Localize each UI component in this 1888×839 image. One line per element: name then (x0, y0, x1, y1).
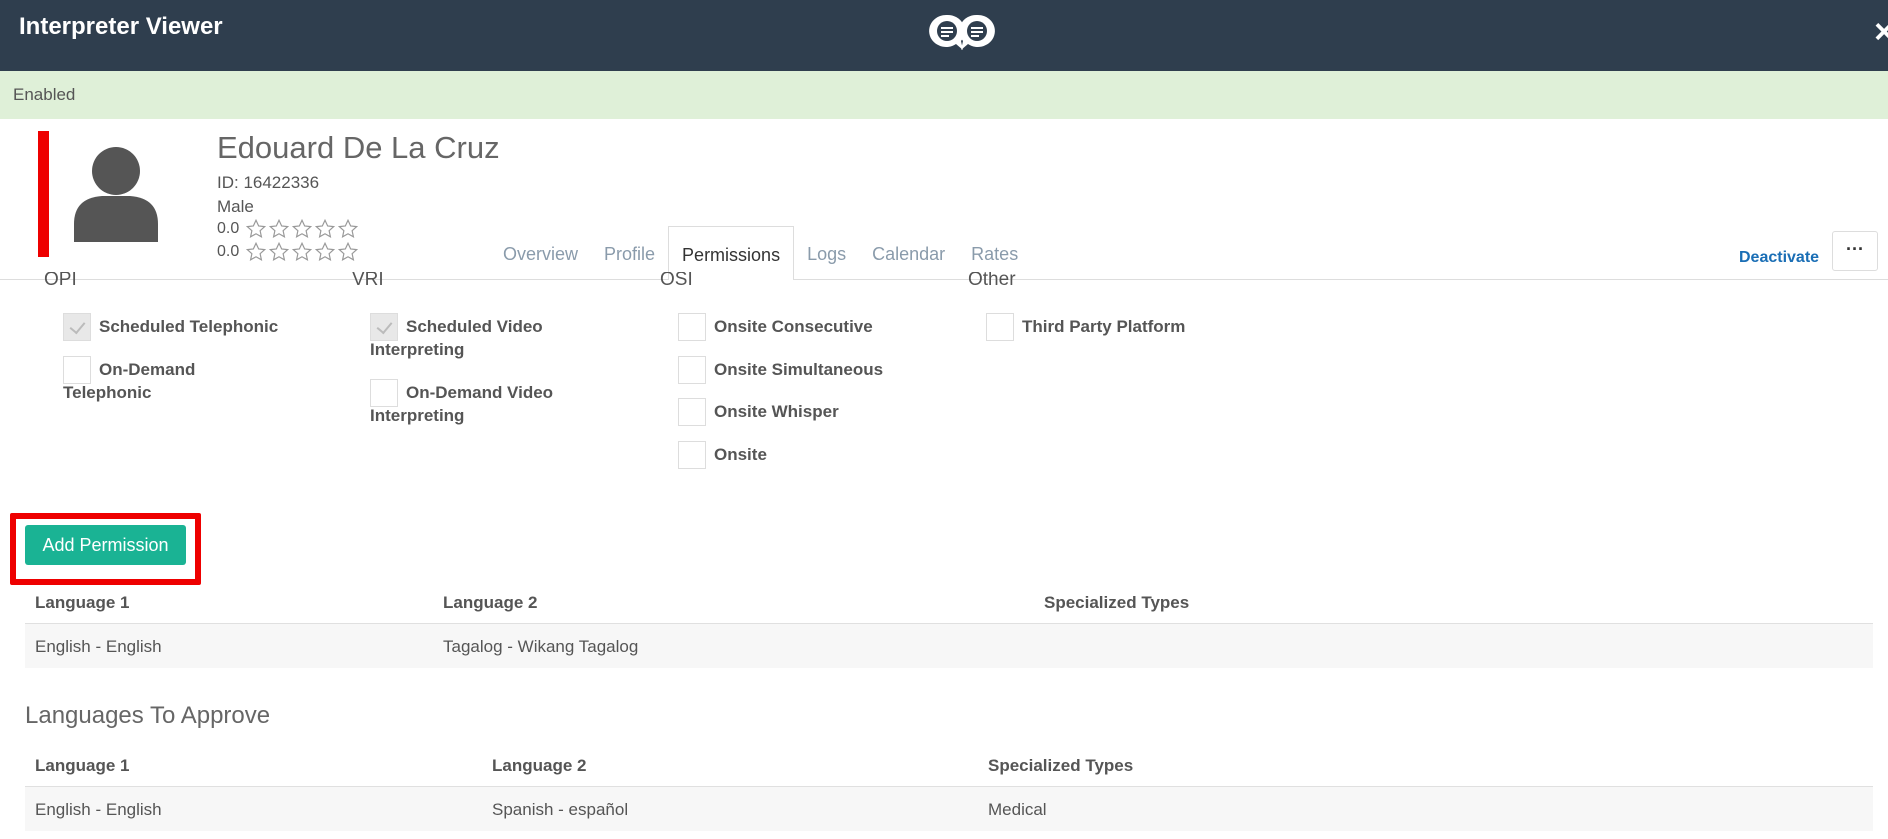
tab-calendar[interactable]: Calendar (859, 226, 958, 280)
interpreter-id: ID: 16422336 (217, 173, 320, 192)
chat-bubbles-logo-icon (929, 14, 995, 51)
star-icon (315, 218, 336, 238)
cell-language-2: Tagalog - Wikang Tagalog (443, 637, 639, 656)
user-avatar-icon (74, 147, 158, 242)
permission-onsite-consecutive: Onsite Consecutive (678, 313, 873, 341)
close-icon[interactable]: × (1874, 12, 1888, 52)
more-options-button[interactable]: ··· (1832, 231, 1878, 271)
permission-onsite-simultaneous: Onsite Simultaneous (678, 356, 883, 384)
col-header-language-1: Language 1 (35, 593, 130, 612)
col-header-language-2: Language 2 (443, 593, 538, 612)
permission-on-demand-video: On-Demand Video Interpreting (370, 379, 630, 426)
app-header: Interpreter Viewer × (0, 0, 1888, 71)
checkbox[interactable] (370, 379, 398, 407)
star-icon (292, 218, 313, 238)
table-row[interactable]: English - English Tagalog - Wikang Tagal… (25, 624, 1873, 668)
col-header-specialized-types: Specialized Types (1044, 593, 1190, 612)
col-header-specialized-types: Specialized Types (988, 756, 1134, 775)
tab-bar: Overview Profile Permissions Logs Calend… (490, 226, 1031, 280)
permission-onsite: Onsite (678, 441, 767, 469)
checkbox[interactable] (678, 356, 706, 384)
permission-on-demand-telephonic: On-Demand Telephonic (63, 356, 303, 403)
table-row[interactable]: English - English Spanish - español Medi… (25, 787, 1873, 831)
star-rating[interactable] (245, 241, 359, 263)
rating-row-1: 0.0 (217, 218, 359, 240)
cell-language-1: English - English (35, 637, 162, 656)
checkbox[interactable] (678, 441, 706, 469)
star-icon (338, 241, 359, 261)
osi-heading: OSI (660, 272, 693, 290)
languages-to-approve-title: Languages To Approve (25, 702, 271, 729)
interpreter-name: Edouard De La Cruz (217, 130, 500, 165)
deactivate-link[interactable]: Deactivate (1739, 249, 1819, 267)
status-accent-bar (38, 131, 49, 257)
star-icon (246, 218, 267, 238)
checkbox[interactable] (678, 398, 706, 426)
col-header-language-2: Language 2 (492, 756, 587, 775)
star-icon (338, 218, 359, 238)
languages-table: Language 1 Language 2 Specialized Types … (25, 580, 1873, 668)
checkbox[interactable] (678, 313, 706, 341)
status-banner: Enabled (0, 71, 1888, 119)
interpreter-gender: Male (217, 197, 254, 216)
checkbox[interactable] (986, 313, 1014, 341)
tab-overview[interactable]: Overview (490, 226, 591, 280)
tab-profile[interactable]: Profile (591, 226, 668, 280)
star-rating[interactable] (245, 218, 359, 240)
cell-specialized-types: Medical (988, 800, 1047, 819)
rating-value: 0.0 (217, 243, 240, 260)
languages-to-approve-table: Language 1 Language 2 Specialized Types … (25, 743, 1873, 831)
tab-divider (0, 279, 1888, 280)
permission-onsite-whisper: Onsite Whisper (678, 398, 839, 426)
star-icon (315, 241, 336, 261)
star-icon (269, 218, 290, 238)
checkbox[interactable] (370, 313, 398, 341)
rating-value: 0.0 (217, 220, 240, 237)
add-permission-button[interactable]: Add Permission (25, 525, 186, 565)
cell-language-1: English - English (35, 800, 162, 819)
cell-language-2: Spanish - español (492, 800, 629, 819)
table-header: Language 1 Language 2 Specialized Types (25, 580, 1873, 624)
star-icon (246, 241, 267, 261)
permission-third-party-platform: Third Party Platform (986, 313, 1185, 341)
checkbox[interactable] (63, 313, 91, 341)
star-icon (292, 241, 313, 261)
star-icon (269, 241, 290, 261)
permission-scheduled-telephonic: Scheduled Telephonic (63, 313, 278, 341)
other-heading: Other (968, 272, 1016, 290)
permission-scheduled-video: Scheduled Video Interpreting (370, 313, 630, 360)
status-label: Enabled (13, 85, 76, 104)
col-header-language-1: Language 1 (35, 756, 130, 775)
tab-logs[interactable]: Logs (794, 226, 859, 280)
opi-heading: OPI (44, 272, 77, 290)
checkbox[interactable] (63, 356, 91, 384)
vri-heading: VRI (352, 272, 384, 290)
rating-row-2: 0.0 (217, 241, 359, 263)
window-title: Interpreter Viewer (19, 13, 223, 40)
table-header: Language 1 Language 2 Specialized Types (25, 743, 1873, 787)
